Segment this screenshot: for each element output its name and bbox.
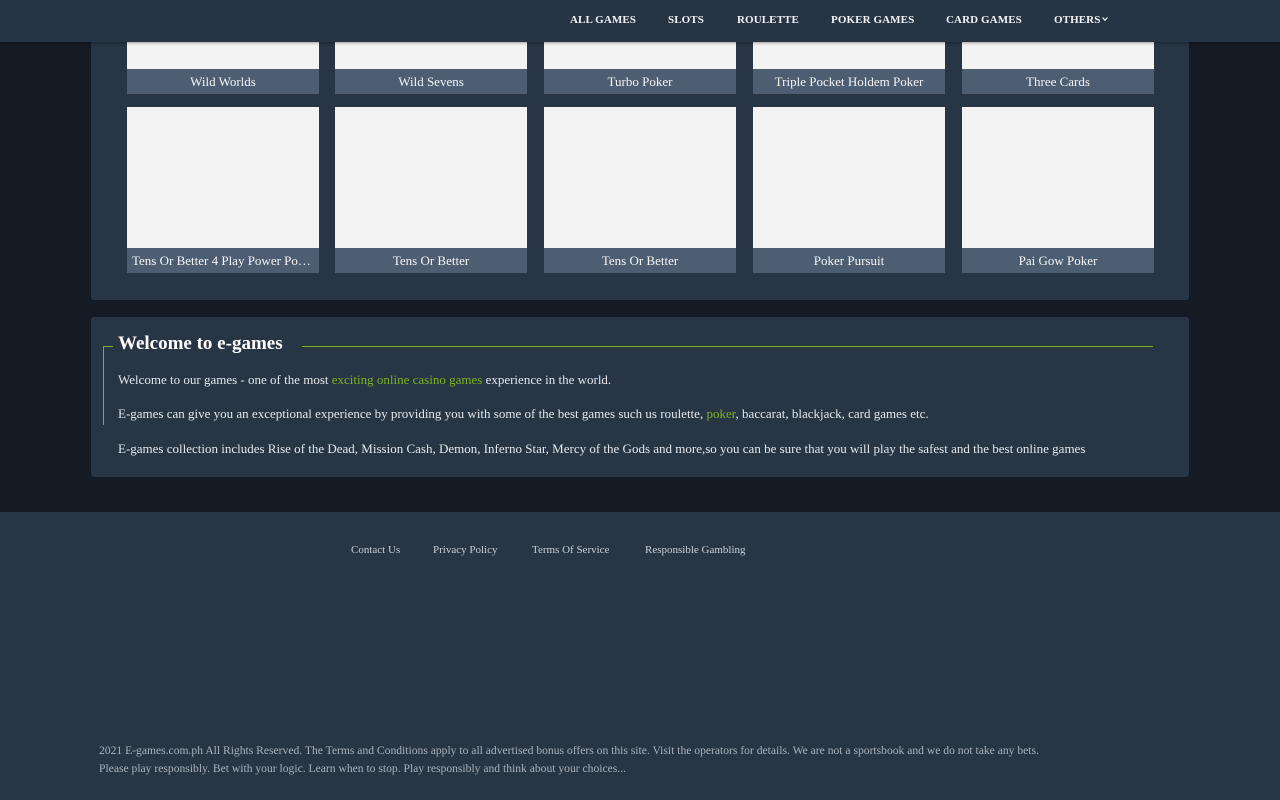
poker-link[interactable]: poker [706,406,735,421]
game-thumbnail[interactable] [753,107,945,248]
game-card-tens-or-better-4-play-power-poker[interactable]: Tens Or Better 4 Play Power Poker [127,107,319,273]
game-thumbnail[interactable] [127,107,319,248]
welcome-p2-tail: , baccarat, blackjack, card games etc. [735,406,929,421]
nav-roulette[interactable]: ROULETTE [737,0,799,42]
nav-slots[interactable]: SLOTS [668,0,704,42]
game-title[interactable]: Tens Or Better [335,248,527,273]
nav-all-games[interactable]: ALL GAMES [570,0,636,42]
copyright-line-2: Please play responsibly. Bet with your l… [99,762,626,775]
game-title[interactable]: Tens Or Better [544,248,736,273]
game-card-tens-or-better-2[interactable]: Tens Or Better [544,107,736,273]
top-navigation: ALL GAMES SLOTS ROULETTE POKER GAMES CAR… [0,0,1280,42]
games-panel: Wild Worlds Wild Sevens Turbo Poker Trip… [91,0,1189,300]
game-title[interactable]: Three Cards [962,69,1154,94]
heading-divider [302,346,1153,347]
heading-accent-corner [103,346,113,347]
nav-others-label: OTHERS [1054,14,1101,26]
game-title[interactable]: Poker Pursuit [753,248,945,273]
game-thumbnail[interactable] [962,107,1154,248]
game-card-poker-pursuit[interactable]: Poker Pursuit [753,107,945,273]
nav-card-games[interactable]: CARD GAMES [946,0,1022,42]
footer-link-terms-of-service[interactable]: Terms Of Service [532,544,609,556]
nav-others[interactable]: OTHERS [1054,0,1109,42]
welcome-paragraph-2: E-games can give you an exceptional expe… [118,406,929,422]
game-title[interactable]: Pai Gow Poker [962,248,1154,273]
copyright-notice: 2021 E-games.com.ph All Rights Reserved.… [99,742,1189,778]
game-title[interactable]: Turbo Poker [544,69,736,94]
game-thumbnail[interactable] [544,107,736,248]
welcome-p1-tail: experience in the world. [482,372,612,387]
nav-poker-games[interactable]: POKER GAMES [831,0,914,42]
welcome-panel: Welcome to e-games Welcome to our games … [91,317,1189,477]
welcome-paragraph-1: Welcome to our games - one of the most e… [118,372,611,388]
chevron-down-icon [1102,17,1109,22]
copyright-line-1: 2021 E-games.com.ph All Rights Reserved.… [99,744,1039,757]
welcome-p2-text: E-games can give you an exceptional expe… [118,406,707,421]
heading-accent-bar [103,346,104,425]
game-thumbnail[interactable] [335,107,527,248]
game-card-tens-or-better[interactable]: Tens Or Better [335,107,527,273]
site-footer: Contact Us Privacy Policy Terms Of Servi… [0,512,1280,800]
game-title[interactable]: Wild Sevens [335,69,527,94]
game-title[interactable]: Tens Or Better 4 Play Power Poker [127,248,319,273]
welcome-paragraph-3: E-games collection includes Rise of the … [118,441,1086,456]
footer-link-responsible-gambling[interactable]: Responsible Gambling [645,544,746,556]
welcome-heading: Welcome to e-games [118,333,283,354]
game-title[interactable]: Triple Pocket Holdem Poker [753,69,945,94]
footer-link-contact-us[interactable]: Contact Us [351,544,400,556]
game-card-pai-gow-poker[interactable]: Pai Gow Poker [962,107,1154,273]
welcome-p1-text: Welcome to our games - one of the most [118,372,332,387]
game-title[interactable]: Wild Worlds [127,69,319,94]
footer-link-privacy-policy[interactable]: Privacy Policy [433,544,497,556]
online-casino-games-link[interactable]: exciting online casino games [332,372,483,387]
